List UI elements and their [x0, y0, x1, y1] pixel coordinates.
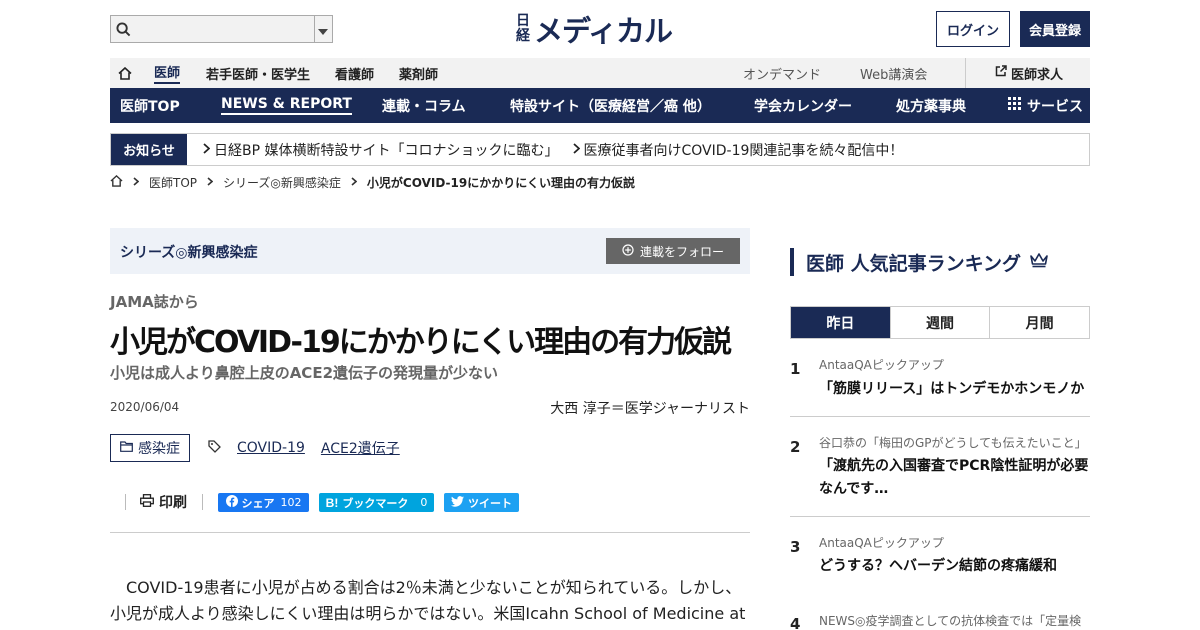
category-tag[interactable]: 感染症 — [110, 434, 190, 462]
notice-badge: お知らせ — [111, 134, 187, 165]
external-link-icon — [995, 65, 1007, 81]
ranking-item[interactable]: 2 谷口恭の「梅田のGPがどうしても伝えたいこと」 「渡航先の入国審査でPCR陰… — [790, 434, 1090, 518]
printer-icon — [140, 493, 154, 511]
tab-yesterday[interactable]: 昨日 — [791, 307, 890, 338]
notice-link-2[interactable]: 医療従事者向けCOVID-19関連記事を続々配信中！ — [572, 140, 903, 160]
nav2-doctor-top[interactable]: 医師TOP — [120, 88, 180, 123]
logo-main: メディカル — [534, 14, 673, 48]
divider — [110, 532, 750, 533]
ranking-number: 4 — [790, 615, 801, 630]
notice-bar: お知らせ 日経BP 媒体横断特設サイト「コロナショックに臨む」 医療従事者向けC… — [110, 133, 1090, 166]
tag-ace2[interactable]: ACE2遺伝子 — [321, 438, 400, 458]
article-subtitle: 小児は成人より鼻腔上皮のACE2遺伝子の発現量が少ない — [110, 364, 499, 382]
twitter-bird-icon — [451, 495, 464, 510]
search-dropdown-button[interactable] — [313, 16, 332, 42]
ranking-source: AntaaQAピックアップ — [819, 536, 944, 550]
breadcrumb: 医師TOP シリーズ◎新興感染症 小児がCOVID-19にかかりにくい理由の有力… — [110, 173, 635, 191]
article-tags: COVID-19 ACE2遺伝子 — [208, 438, 400, 458]
chevron-right-icon — [203, 142, 211, 158]
article-date: 2020/06/04 — [110, 400, 180, 414]
logo-small-bottom: 経 — [516, 28, 530, 44]
hatena-bookmark-icon: B! — [325, 495, 339, 510]
nav-pharmacist[interactable]: 薬剤師 — [399, 58, 438, 88]
ranking-item[interactable]: 1 AntaaQAピックアップ 「筋膜リリース」はトンデモかホンモノか — [790, 356, 1090, 418]
article-body: COVID-19患者に小児が占める割合は2％未満と少ないことが知られている。しか… — [110, 575, 750, 627]
ranking-item-title[interactable]: 「筋膜リリース」はトンデモかホンモノか — [819, 378, 1090, 401]
logo-small-top: 日 — [516, 13, 530, 29]
facebook-icon — [225, 495, 238, 510]
series-label[interactable]: シリーズ◎新興感染症 — [120, 242, 258, 262]
search-box — [110, 15, 333, 43]
grid-icon — [1008, 97, 1021, 114]
chevron-right-icon — [351, 175, 358, 189]
nav2-news-report[interactable]: NEWS & REPORT — [221, 88, 352, 123]
series-header: シリーズ◎新興感染症 連載をフォロー — [110, 228, 750, 274]
search-input[interactable] — [136, 16, 314, 42]
site-logo[interactable]: 日 経 メディカル — [516, 10, 673, 49]
hatena-bookmark-button[interactable]: B! ブックマーク 0 — [319, 493, 434, 512]
ranking-source: AntaaQAピックアップ — [819, 358, 944, 372]
twitter-tweet-button[interactable]: ツイート — [444, 493, 519, 512]
nav2-services[interactable]: サービス — [1008, 88, 1083, 123]
notice-link-1[interactable]: 日経BP 媒体横断特設サイト「コロナショックに臨む」 — [203, 140, 559, 160]
ranking-tabs: 昨日 週間 月間 — [790, 306, 1090, 339]
primary-nav: 医師 若手医師・医学生 看護師 薬剤師 オンデマンド Web講演会 医師求人 — [110, 58, 1090, 88]
body-paragraph-line: COVID-19患者に小児が占める割合は2％未満と少ないことが知られている。しか… — [126, 578, 742, 597]
ranking-source: 谷口恭の「梅田のGPがどうしても伝えたいこと」 — [819, 436, 1087, 450]
tag-icon — [208, 439, 221, 457]
nav-doctor-jobs[interactable]: 医師求人 — [995, 58, 1063, 88]
login-button[interactable]: ログイン — [936, 11, 1010, 47]
follow-series-button[interactable]: 連載をフォロー — [606, 238, 740, 264]
ranking-item-title[interactable]: 「渡航先の入国審査でPCR陰性証明が必要なんです… — [819, 455, 1090, 501]
nav-web-lecture[interactable]: Web講演会 — [860, 58, 927, 88]
ranking-number: 1 — [790, 360, 801, 378]
ranking-item-title[interactable]: どうする？ヘバーデン結節の疼痛緩和 — [819, 555, 1090, 578]
ranking-source: NEWS◎疫学調査としての抗体検査では「定量検 — [819, 614, 1082, 628]
share-divider — [202, 494, 203, 510]
chevron-right-icon — [572, 142, 580, 158]
share-divider — [125, 494, 126, 510]
print-button[interactable]: 印刷 — [140, 492, 187, 512]
facebook-share-button[interactable]: シェア 102 — [218, 493, 309, 512]
nav-young-doctor[interactable]: 若手医師・医学生 — [206, 58, 310, 88]
chevron-down-icon — [318, 20, 329, 39]
nav2-special-site[interactable]: 特設サイト（医療経営／癌 他） — [510, 88, 711, 123]
nav2-series-column[interactable]: 連載・コラム — [382, 88, 466, 123]
tab-weekly[interactable]: 週間 — [889, 307, 990, 338]
ranking-title: 医師 人気記事ランキング — [790, 248, 1049, 276]
nav-doctor[interactable]: 医師 — [154, 58, 181, 88]
nav-on-demand[interactable]: オンデマンド — [743, 58, 821, 88]
crown-icon — [1029, 251, 1049, 273]
article-author: 大西 淳子＝医学ジャーナリスト — [550, 401, 750, 417]
breadcrumb-series[interactable]: シリーズ◎新興感染症 — [223, 174, 341, 191]
ranking-item[interactable]: 3 AntaaQAピックアップ どうする？ヘバーデン結節の疼痛緩和 — [790, 534, 1090, 600]
share-bar: 印刷 シェア 102 B! ブックマーク 0 ツイート — [110, 491, 750, 513]
ranking-item[interactable]: 4 NEWS◎疫学調査としての抗体検査では「定量検 — [790, 612, 1090, 630]
plus-circle-icon — [622, 243, 634, 259]
body-paragraph-line: 小児が成人より感染しにくい理由は明らかではない。米国Icahn School o… — [110, 604, 746, 623]
search-icon[interactable] — [111, 16, 137, 42]
ranking-divider — [790, 516, 1090, 517]
nav-nurse[interactable]: 看護師 — [335, 58, 374, 88]
breadcrumb-doctor-top[interactable]: 医師TOP — [149, 174, 197, 191]
tag-covid19[interactable]: COVID-19 — [237, 440, 305, 456]
ranking-number: 2 — [790, 438, 801, 456]
nav2-drug-dictionary[interactable]: 処方薬事典 — [896, 88, 966, 123]
folder-icon — [120, 440, 133, 456]
tab-monthly[interactable]: 月間 — [989, 307, 1089, 338]
nav2-conference-calendar[interactable]: 学会カレンダー — [754, 88, 852, 123]
home-icon[interactable] — [118, 58, 132, 88]
chevron-right-icon — [133, 175, 140, 189]
ranking-number: 3 — [790, 538, 801, 556]
article-title: 小児がCOVID-19にかかりにくい理由の有力仮説 — [110, 325, 732, 360]
home-icon[interactable] — [110, 174, 123, 190]
article-kicker: JAMA誌から — [110, 293, 199, 311]
register-button[interactable]: 会員登録 — [1020, 11, 1090, 47]
breadcrumb-current: 小児がCOVID-19にかかりにくい理由の有力仮説 — [366, 175, 635, 190]
secondary-nav: 医師TOP NEWS & REPORT 連載・コラム 特設サイト（医療経営／癌 … — [110, 88, 1090, 123]
chevron-right-icon — [207, 175, 214, 189]
nav-divider — [965, 58, 966, 88]
ranking-divider — [790, 416, 1090, 417]
